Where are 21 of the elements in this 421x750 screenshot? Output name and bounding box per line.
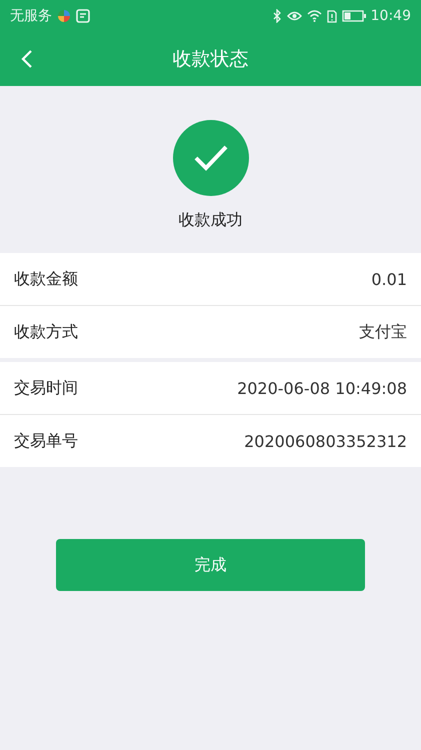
message-icon (76, 9, 90, 23)
row-label: 交易单号 (14, 430, 78, 452)
row-label: 收款金额 (14, 268, 78, 290)
app-icon (57, 9, 71, 23)
time-text: 10:49 (370, 8, 411, 24)
page-title: 收款状态 (172, 47, 248, 72)
sim-icon (326, 10, 337, 22)
battery-icon (342, 10, 366, 22)
row-value: 支付宝 (359, 322, 407, 342)
row-label: 交易时间 (14, 378, 78, 398)
eye-icon (286, 10, 302, 22)
bluetooth-icon (272, 9, 282, 23)
done-button[interactable]: 完成 (56, 539, 365, 591)
result-text: 收款成功 (178, 210, 242, 231)
back-icon (21, 49, 33, 69)
carrier-text: 无服务 (10, 7, 52, 25)
row-value: 0.01 (371, 270, 407, 288)
row-label: 收款方式 (14, 322, 78, 342)
row-value: 2020-06-08 10:49:08 (237, 378, 407, 398)
row-value: 2020060803352312 (244, 432, 407, 450)
wifi-icon (306, 10, 322, 22)
